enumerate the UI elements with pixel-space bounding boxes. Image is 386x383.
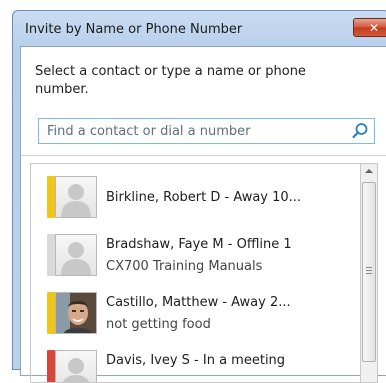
grip-line bbox=[366, 270, 372, 271]
avatar bbox=[55, 234, 97, 276]
grip-line bbox=[366, 273, 372, 274]
presence-indicator bbox=[47, 234, 55, 276]
avatar bbox=[55, 176, 97, 218]
divider bbox=[21, 155, 386, 156]
contact-photo bbox=[56, 293, 96, 333]
contact-name: Birkline, Robert D - Away 10... bbox=[106, 190, 302, 205]
placeholder-person-icon bbox=[61, 184, 91, 217]
invite-dialog: Invite by Name or Phone Number ✕ Select … bbox=[12, 10, 386, 383]
grip-line bbox=[366, 267, 372, 268]
contact-note: not getting food bbox=[106, 317, 211, 332]
contact-name: Bradshaw, Faye M - Offline 1 bbox=[106, 237, 292, 252]
dialog-title: Invite by Name or Phone Number bbox=[25, 22, 243, 37]
avatar bbox=[55, 350, 97, 382]
placeholder-person-icon bbox=[61, 242, 91, 275]
placeholder-person-icon bbox=[62, 358, 90, 382]
contact-item[interactable]: Birkline, Robert D - Away 10... bbox=[31, 168, 360, 226]
contact-item[interactable]: Castillo, Matthew - Away 2... not gettin… bbox=[31, 284, 360, 342]
contact-name: Castillo, Matthew - Away 2... bbox=[106, 295, 291, 310]
avatar bbox=[55, 292, 97, 334]
scroll-up-arrow-icon[interactable] bbox=[365, 169, 373, 173]
presence-indicator bbox=[47, 176, 55, 218]
contact-item[interactable]: Davis, Ivey S - In a meeting bbox=[31, 342, 360, 382]
contact-list[interactable]: Birkline, Robert D - Away 10... Bradshaw… bbox=[30, 163, 360, 383]
contact-list-scrollbar[interactable] bbox=[360, 163, 378, 383]
dialog-content: Select a contact or type a name or phone… bbox=[20, 46, 386, 383]
close-icon: ✕ bbox=[368, 20, 380, 35]
close-button[interactable]: ✕ bbox=[353, 18, 386, 37]
contact-note: CX700 Training Manuals bbox=[106, 259, 263, 274]
contact-item[interactable]: Bradshaw, Faye M - Offline 1 CX700 Train… bbox=[31, 226, 360, 284]
search-icon[interactable] bbox=[350, 121, 370, 141]
title-bar[interactable]: Invite by Name or Phone Number ✕ bbox=[13, 11, 386, 45]
instruction-text: Select a contact or type a name or phone… bbox=[35, 64, 306, 97]
search-input[interactable] bbox=[39, 119, 339, 143]
scrollbar-thumb[interactable] bbox=[362, 182, 376, 362]
presence-indicator bbox=[47, 350, 55, 382]
presence-indicator bbox=[47, 292, 55, 334]
contact-name: Davis, Ivey S - In a meeting bbox=[106, 353, 286, 368]
search-box[interactable] bbox=[38, 118, 375, 144]
